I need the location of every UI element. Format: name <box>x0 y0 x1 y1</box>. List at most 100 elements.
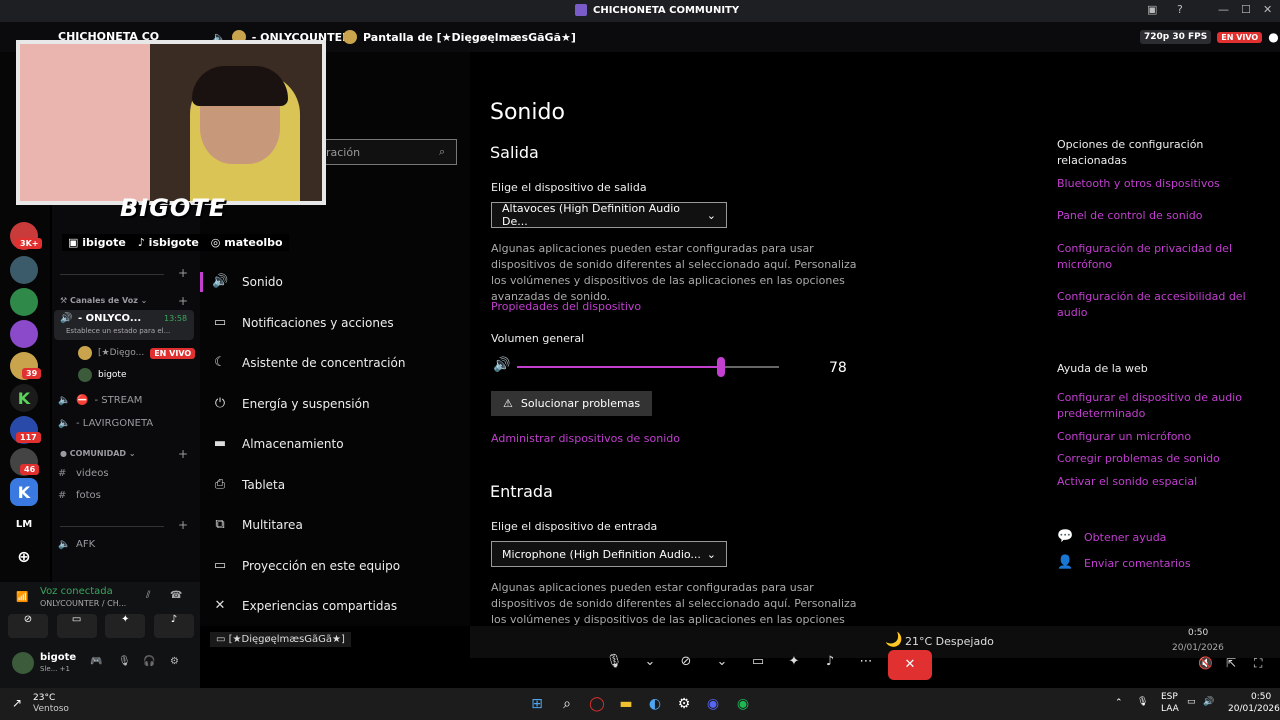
kick-server-icon[interactable]: K <box>10 384 38 412</box>
soundboard-icon[interactable]: ♪ <box>153 614 194 638</box>
disconnect-icon[interactable]: ☎ <box>170 590 182 601</box>
settings-gear-icon[interactable]: ⚙ <box>170 656 179 667</box>
close-button[interactable]: ✕ <box>1263 3 1272 16</box>
input-device-select[interactable]: Microphone (High Definition Audio... ⌄ <box>491 541 727 567</box>
web-link[interactable]: Activar el sonido espacial <box>1057 474 1247 490</box>
folder-icon[interactable]: ▬ <box>616 694 636 714</box>
server-icon[interactable] <box>10 256 38 284</box>
popout-icon[interactable]: ⇱ <box>1226 656 1236 670</box>
nav-asistente[interactable]: ☾ Asistente de concentración <box>212 355 405 371</box>
volume-icon[interactable]: 🔇 <box>1198 656 1213 670</box>
add-channel-icon[interactable]: + <box>178 266 188 280</box>
chevron-down-icon[interactable]: ⌄ <box>708 654 736 676</box>
minimize-button[interactable]: — <box>1218 3 1229 16</box>
multitask-icon: ⧉ <box>215 517 225 532</box>
share-screen-icon[interactable]: ▭ <box>744 654 772 676</box>
web-help-heading: Ayuda de la web <box>1057 362 1148 375</box>
channel-lavirgoneta[interactable]: 🔈 - LAVIRGONETA <box>58 418 153 429</box>
nav-energia[interactable]: ⏻ Energía y suspensión <box>212 396 370 412</box>
noise-suppression-icon[interactable]: ⫽ <box>146 590 150 601</box>
channel-afk[interactable]: 🔈 AFK <box>58 539 95 550</box>
add-channel-icon[interactable]: + <box>178 518 188 532</box>
voice-member[interactable]: bigote <box>78 368 127 382</box>
related-link[interactable]: Configuración de privacidad del micrófon… <box>1057 241 1247 273</box>
related-link[interactable]: Bluetooth y otros dispositivos <box>1057 176 1247 192</box>
start-icon[interactable]: ⊞ <box>527 694 547 714</box>
soundboard-icon[interactable]: ♪ <box>816 654 844 676</box>
output-description: Algunas aplicaciones pueden estar config… <box>491 242 857 303</box>
web-link[interactable]: Configurar un micrófono <box>1057 429 1247 445</box>
chevron-down-icon[interactable]: ⌄ <box>636 654 664 676</box>
app-icon[interactable]: ⚙ <box>674 694 694 714</box>
add-channel-icon[interactable]: + <box>178 294 188 308</box>
search-icon[interactable]: ⌕ <box>557 694 577 714</box>
gamepad-icon[interactable]: 🎮 <box>90 656 102 667</box>
nav-experiencias[interactable]: ✕ Experiencias compartidas <box>212 598 398 614</box>
kosmi-server-icon[interactable]: K <box>10 478 38 506</box>
troubleshoot-button[interactable]: ⚠ Solucionar problemas <box>491 391 653 416</box>
related-link[interactable]: Configuración de accesibilidad del audio <box>1057 289 1247 321</box>
spotify-icon[interactable]: ◉ <box>733 694 753 714</box>
speaker-icon[interactable]: 🔊 <box>493 357 510 373</box>
server-icon[interactable] <box>10 288 38 316</box>
headphones-icon[interactable]: 🎧 <box>143 656 155 667</box>
web-link[interactable]: Configurar el dispositivo de audio prede… <box>1057 390 1247 422</box>
fullscreen-icon[interactable]: ⛶ <box>1254 656 1262 671</box>
get-help-link[interactable]: Obtener ayuda <box>1084 530 1274 546</box>
chat-icon[interactable]: ● <box>1268 30 1278 44</box>
activities-icon[interactable]: ✦ <box>780 654 808 676</box>
microphone-icon[interactable]: 🎙 <box>118 656 131 667</box>
user-avatar[interactable] <box>12 652 34 674</box>
channel-onlycounter[interactable]: 🔊 - ONLYCO... 13:58 Establece un estado … <box>54 310 194 340</box>
voice-category[interactable]: ⚒ Canales de Voz ⌄ <box>60 296 147 305</box>
nav-tableta[interactable]: ⎙ Tableta <box>212 477 285 493</box>
nav-almacenamiento[interactable]: ▬ Almacenamiento <box>212 436 344 452</box>
add-server-icon[interactable]: ⊕ <box>10 542 38 570</box>
network-icon[interactable]: ▭ <box>1187 697 1196 707</box>
share-screen-icon[interactable]: ▭ <box>56 614 97 638</box>
camera-off-icon[interactable]: ⊘ <box>672 654 700 676</box>
nav-proyeccion[interactable]: ▭ Proyección en este equipo <box>212 558 400 574</box>
channel-videos[interactable]: # videos <box>58 468 109 479</box>
inbox-icon[interactable]: ▣ <box>1147 3 1157 16</box>
output-heading: Salida <box>490 143 539 162</box>
web-link[interactable]: Corregir problemas de sonido <box>1057 451 1247 467</box>
activities-icon[interactable]: ✦ <box>105 614 146 638</box>
help-icon[interactable]: ? <box>1177 3 1183 16</box>
camera-off-icon[interactable]: ⊘ <box>8 614 48 638</box>
feedback-icon: 👤 <box>1057 555 1074 570</box>
steam-icon[interactable]: ◐ <box>645 694 665 714</box>
add-channel-icon[interactable]: + <box>178 447 188 461</box>
server-icon[interactable]: LM <box>10 510 38 538</box>
nav-notificaciones[interactable]: ▭ Notificaciones y acciones <box>212 315 394 331</box>
microphone-icon[interactable]: 🎙 <box>600 654 628 676</box>
opera-icon[interactable]: ◯ <box>587 694 607 714</box>
user-avatar <box>343 30 357 44</box>
nav-multitarea[interactable]: ⧉ Multitarea <box>212 517 302 533</box>
server-badge: 39 <box>22 368 42 379</box>
active-indicator <box>200 272 203 292</box>
voice-icon: 🔊 <box>60 313 73 324</box>
search-input[interactable]: ración ⌕ <box>320 139 457 165</box>
related-link[interactable]: Panel de control de sonido <box>1057 208 1247 224</box>
voice-panel: 📶 Voz conectada ONLYCOUNTER / CH... ⫽ ☎ … <box>0 582 200 688</box>
tray-chevron-icon[interactable]: ⌃ <box>1115 698 1123 708</box>
server-icon[interactable] <box>10 320 38 348</box>
channel-fotos[interactable]: # fotos <box>58 490 101 501</box>
more-icon[interactable]: ⋯ <box>852 654 880 676</box>
community-category[interactable]: ● COMUNIDAD ⌄ <box>60 449 136 458</box>
leave-stream-button[interactable]: ✕ <box>888 650 932 680</box>
channel-stream[interactable]: 🔈 ⛔ - STREAM <box>58 395 142 406</box>
nav-sonido[interactable]: 🔊 Sonido <box>212 274 283 290</box>
maximize-button[interactable]: ☐ <box>1241 3 1251 16</box>
manage-devices-link[interactable]: Administrar dispositivos de sonido <box>491 432 680 445</box>
feedback-link[interactable]: Enviar comentarios <box>1084 556 1274 572</box>
discord-icon[interactable]: ◉ <box>703 694 723 714</box>
output-device-select[interactable]: Altavoces (High Definition Audio De... ⌄ <box>491 202 727 228</box>
volume-icon[interactable]: 🔊 <box>1203 697 1214 707</box>
stream-tab-screen[interactable]: Pantalla de [★DięgøęlmæsGãGã★] <box>343 30 576 44</box>
volume-thumb[interactable] <box>717 357 725 377</box>
device-properties-link[interactable]: Propiedades del dispositivo <box>491 300 641 313</box>
microphone-icon[interactable]: 🎙 <box>1137 697 1148 707</box>
voice-member[interactable]: [★Dięgo... EN VIVO <box>78 346 196 360</box>
